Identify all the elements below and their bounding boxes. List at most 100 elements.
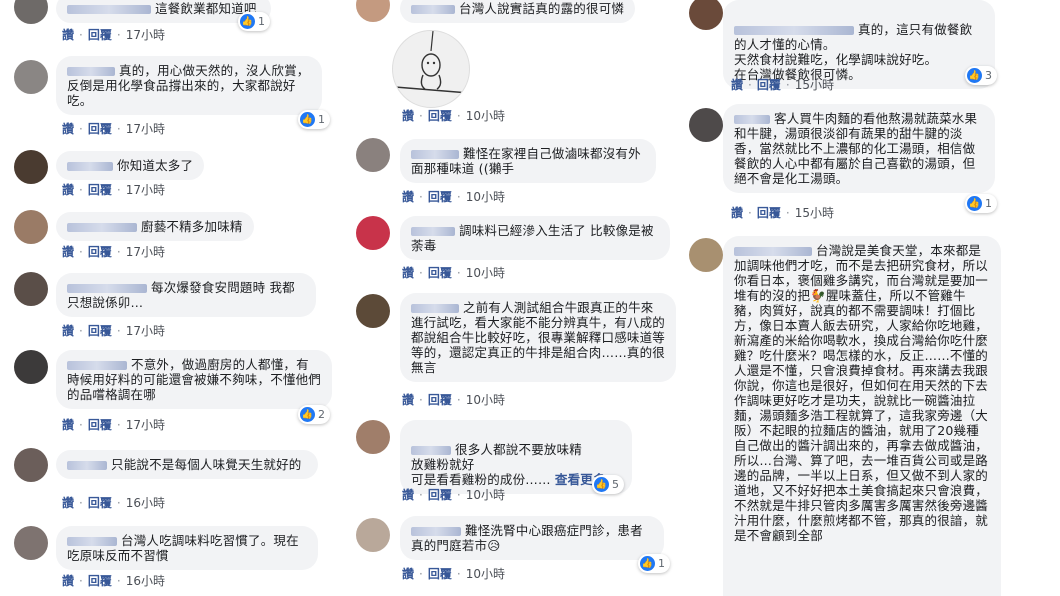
- avatar[interactable]: [356, 518, 390, 552]
- reply-button[interactable]: 回覆: [428, 393, 452, 407]
- comment-bubble: 客人買牛肉麵的看他熬湯就蔬菜水果和牛腱，湯頭很淡卻有蔬果的甜牛腱的淡香，當然就比…: [723, 104, 995, 193]
- commenter-name[interactable]: [67, 162, 113, 171]
- timestamp[interactable]: 17小時: [126, 245, 165, 259]
- timestamp[interactable]: 17小時: [126, 183, 165, 197]
- reply-button[interactable]: 回覆: [428, 567, 452, 581]
- timestamp[interactable]: 10小時: [466, 266, 505, 280]
- comment-text: 你知道太多了: [117, 158, 194, 173]
- avatar[interactable]: [356, 138, 390, 172]
- avatar[interactable]: [14, 448, 48, 482]
- timestamp[interactable]: 10小時: [466, 393, 505, 407]
- comment-bubble: 你知道太多了: [56, 151, 205, 180]
- comment-actions: 讚 · 回覆 · 15小時: [731, 78, 834, 92]
- reaction-count[interactable]: 👍 2: [298, 405, 330, 424]
- timestamp[interactable]: 16小時: [126, 496, 165, 510]
- like-button[interactable]: 讚: [402, 488, 414, 502]
- comment-bubble: 只能說不是每個人味覺天生就好的: [56, 450, 318, 479]
- reply-button[interactable]: 回覆: [88, 245, 112, 259]
- like-button[interactable]: 讚: [731, 206, 743, 220]
- avatar[interactable]: [689, 0, 723, 30]
- reply-button[interactable]: 回覆: [428, 190, 452, 204]
- avatar[interactable]: [356, 216, 390, 250]
- avatar[interactable]: [14, 272, 48, 306]
- avatar[interactable]: [14, 350, 48, 384]
- like-button[interactable]: 讚: [731, 78, 743, 92]
- reply-button[interactable]: 回覆: [88, 183, 112, 197]
- commenter-name[interactable]: [411, 5, 455, 14]
- reply-button[interactable]: 回覆: [88, 28, 112, 42]
- reaction-count[interactable]: 👍 5: [592, 475, 624, 494]
- reply-button[interactable]: 回覆: [757, 206, 781, 220]
- timestamp[interactable]: 17小時: [126, 324, 165, 338]
- reply-button[interactable]: 回覆: [88, 574, 112, 588]
- reaction-count[interactable]: 👍 1: [638, 554, 670, 573]
- reply-button[interactable]: 回覆: [757, 78, 781, 92]
- reply-button[interactable]: 回覆: [88, 496, 112, 510]
- reply-button[interactable]: 回覆: [428, 266, 452, 280]
- avatar[interactable]: [14, 210, 48, 244]
- commenter-name[interactable]: [411, 446, 451, 455]
- commenter-name[interactable]: [734, 115, 770, 124]
- avatar[interactable]: [356, 420, 390, 454]
- comment-bubble: 之前有人測試組合牛跟真正的牛來進行試吃，看大家能不能分辨真牛，有八成的都說組合牛…: [400, 293, 676, 382]
- like-icon: 👍: [594, 477, 609, 492]
- like-button[interactable]: 讚: [62, 245, 74, 259]
- commenter-name[interactable]: [411, 150, 459, 159]
- like-button[interactable]: 讚: [62, 324, 74, 338]
- like-button[interactable]: 讚: [402, 266, 414, 280]
- reply-button[interactable]: 回覆: [428, 488, 452, 502]
- reaction-count[interactable]: 👍 1: [298, 110, 330, 129]
- like-button[interactable]: 讚: [402, 567, 414, 581]
- comment-text: 台灣說是美食天堂，本來都是加調味他們才吃，而不是去把研究食材，所以你看日本，褒個…: [734, 243, 989, 543]
- like-button[interactable]: 讚: [62, 122, 74, 136]
- column-gap: [338, 0, 352, 596]
- reaction-count[interactable]: 👍 1: [965, 194, 997, 213]
- commenter-name[interactable]: [67, 223, 137, 232]
- commenter-name[interactable]: [67, 67, 115, 76]
- like-button[interactable]: 讚: [62, 28, 74, 42]
- avatar[interactable]: [14, 60, 48, 94]
- commenter-name[interactable]: [67, 461, 107, 470]
- commenter-name[interactable]: [67, 5, 151, 14]
- avatar[interactable]: [14, 526, 48, 560]
- timestamp[interactable]: 16小時: [126, 574, 165, 588]
- timestamp[interactable]: 10小時: [466, 567, 505, 581]
- reaction-count[interactable]: 👍 1: [238, 12, 270, 31]
- timestamp[interactable]: 15小時: [795, 206, 834, 220]
- like-button[interactable]: 讚: [402, 393, 414, 407]
- like-button[interactable]: 讚: [402, 190, 414, 204]
- commenter-name[interactable]: [67, 537, 117, 546]
- avatar[interactable]: [689, 108, 723, 142]
- like-button[interactable]: 讚: [62, 418, 74, 432]
- commenter-name[interactable]: [411, 304, 459, 313]
- timestamp[interactable]: 10小時: [466, 488, 505, 502]
- commenter-name[interactable]: [734, 247, 812, 256]
- commenter-name[interactable]: [734, 26, 854, 35]
- reply-button[interactable]: 回覆: [428, 109, 452, 123]
- avatar[interactable]: [356, 0, 390, 22]
- timestamp[interactable]: 10小時: [466, 109, 505, 123]
- like-button[interactable]: 讚: [402, 109, 414, 123]
- avatar[interactable]: [14, 0, 48, 24]
- timestamp[interactable]: 17小時: [126, 122, 165, 136]
- timestamp[interactable]: 15小時: [795, 78, 834, 92]
- timestamp[interactable]: 17小時: [126, 28, 165, 42]
- avatar[interactable]: [14, 150, 48, 184]
- commenter-name[interactable]: [67, 284, 147, 293]
- avatar[interactable]: [356, 294, 390, 328]
- reaction-count[interactable]: 👍 3: [965, 66, 997, 85]
- sticker-image[interactable]: [392, 30, 470, 108]
- reply-button[interactable]: 回覆: [88, 324, 112, 338]
- like-button[interactable]: 讚: [62, 496, 74, 510]
- commenter-name[interactable]: [67, 361, 127, 370]
- timestamp[interactable]: 10小時: [466, 190, 505, 204]
- like-button[interactable]: 讚: [62, 183, 74, 197]
- reply-button[interactable]: 回覆: [88, 418, 112, 432]
- comment-text: 只能說不是每個人味覺天生就好的: [111, 457, 302, 472]
- commenter-name[interactable]: [411, 227, 455, 236]
- timestamp[interactable]: 17小時: [126, 418, 165, 432]
- commenter-name[interactable]: [411, 527, 461, 536]
- reply-button[interactable]: 回覆: [88, 122, 112, 136]
- like-button[interactable]: 讚: [62, 574, 74, 588]
- avatar[interactable]: [689, 238, 723, 272]
